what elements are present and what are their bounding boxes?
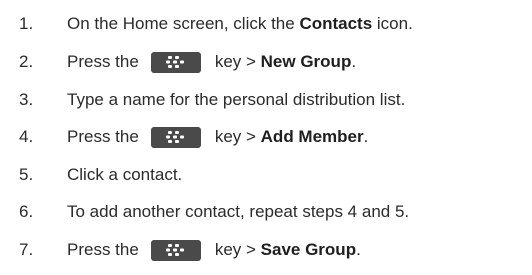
step-number: 5. [19, 165, 34, 184]
step-text: To add another contact, repeat steps 4 a… [67, 202, 409, 222]
step-text: Press the key > Add Member . [67, 126, 369, 148]
blackberry-logo-icon [165, 244, 184, 256]
step-number: 3. [19, 90, 34, 109]
step-4: 4. Press the key > Add Member . [0, 121, 532, 153]
step-6: 6. To add another contact, repeat steps … [0, 196, 532, 228]
blackberry-logo-icon [165, 56, 184, 68]
step-1: 1. On the Home screen, click the Contact… [0, 8, 532, 40]
step-number: 1. [19, 14, 34, 33]
step-text-part: . [363, 127, 369, 146]
step-text-part: Press the [67, 52, 139, 71]
new-group-label: New Group [260, 52, 352, 71]
step-7: 7. Press the key > Save Group . [0, 234, 532, 266]
step-text-part: . [356, 240, 361, 259]
blackberry-menu-key-icon [150, 51, 201, 73]
step-text-part: icon. [372, 14, 413, 33]
step-text: Press the key > New Group . [67, 51, 357, 73]
step-text-part: Click a contact. [67, 165, 183, 184]
blackberry-logo-icon [165, 131, 184, 143]
blackberry-menu-key-icon [150, 126, 201, 148]
step-text-part: key > [214, 52, 261, 71]
add-member-label: Add Member [260, 127, 364, 146]
step-number: 7. [19, 240, 34, 259]
step-3: 3. Type a name for the personal distribu… [0, 84, 532, 116]
blackberry-menu-key-icon [150, 239, 201, 261]
step-text-part: . [351, 52, 357, 71]
step-number: 2. [19, 52, 34, 71]
step-text: Click a contact. [67, 165, 182, 185]
step-text-part: Press the [67, 127, 139, 146]
step-text: On the Home screen, click the Contacts i… [67, 14, 413, 34]
step-text-part: Press the [67, 240, 139, 259]
step-text-part: To add another contact, repeat steps 4 a… [67, 202, 410, 221]
step-text-part: Type a name for the personal distributio… [67, 90, 406, 109]
step-text-part: key > [214, 127, 261, 146]
save-group-label: Save Group [260, 240, 357, 259]
step-text-part: On the Home screen, click the [67, 14, 300, 33]
contacts-label: Contacts [299, 14, 373, 33]
step-text: Type a name for the personal distributio… [67, 90, 405, 110]
step-number: 4. [19, 127, 34, 146]
step-text: Press the key > Save Group . [67, 239, 361, 261]
step-number: 6. [19, 202, 34, 221]
step-5: 5. Click a contact. [0, 159, 532, 191]
step-text-part: key > [214, 240, 261, 259]
step-2: 2. Press the key > New Group . [0, 46, 532, 78]
